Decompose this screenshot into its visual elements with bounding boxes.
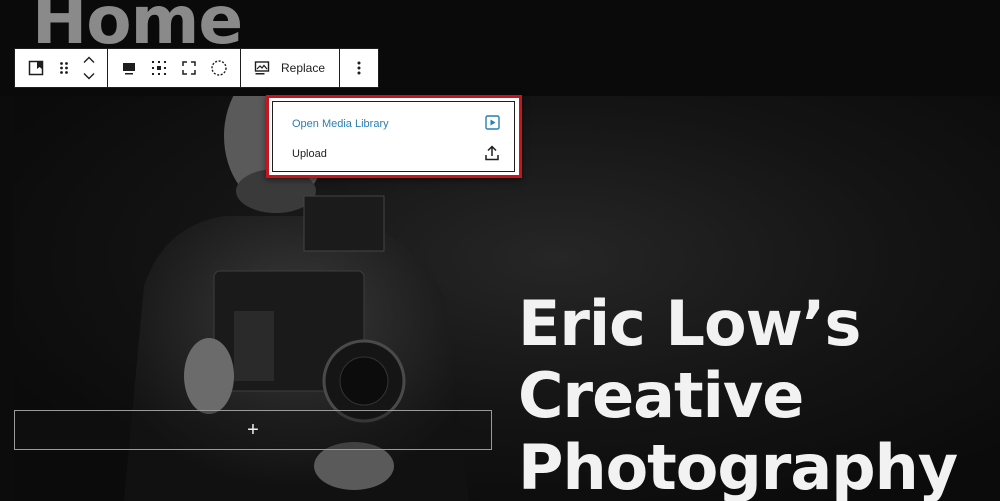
cover-heading[interactable]: Eric Low’s Creative Photography [518, 287, 958, 501]
heading-line: Photography [518, 431, 958, 501]
upload-item[interactable]: Upload [273, 140, 514, 168]
replace-menu-highlight: Open Media Library Upload [266, 95, 522, 178]
align-icon[interactable] [114, 50, 144, 86]
replace-group: Replace [241, 49, 341, 87]
media-icon[interactable] [247, 50, 277, 86]
replace-button[interactable]: Replace [277, 50, 333, 86]
duotone-icon[interactable] [204, 50, 234, 86]
page-title: Home [32, 0, 243, 59]
menu-item-label: Open Media Library [292, 118, 389, 130]
menu-item-label: Upload [292, 148, 327, 160]
block-movers [77, 50, 101, 86]
upload-icon [484, 144, 500, 164]
heading-line: Creative [518, 359, 804, 432]
cover-block-icon[interactable] [21, 50, 51, 86]
move-up-icon[interactable] [83, 52, 95, 68]
plus-icon: + [247, 418, 259, 441]
more-group [340, 49, 378, 87]
heading-line: Eric Low’s [518, 287, 861, 360]
add-block-button[interactable]: + [14, 410, 492, 450]
replace-menu: Open Media Library Upload [272, 101, 515, 172]
fullscreen-icon[interactable] [174, 50, 204, 86]
block-switcher-group [15, 49, 108, 87]
content-position-icon[interactable] [144, 50, 174, 86]
cover-options-group [108, 49, 241, 87]
open-media-library-item[interactable]: Open Media Library [273, 110, 514, 138]
move-down-icon[interactable] [83, 68, 95, 84]
more-options-icon[interactable] [344, 50, 374, 86]
drag-handle-icon[interactable] [51, 50, 77, 86]
media-library-icon [485, 115, 500, 133]
block-toolbar: Replace [14, 48, 380, 88]
